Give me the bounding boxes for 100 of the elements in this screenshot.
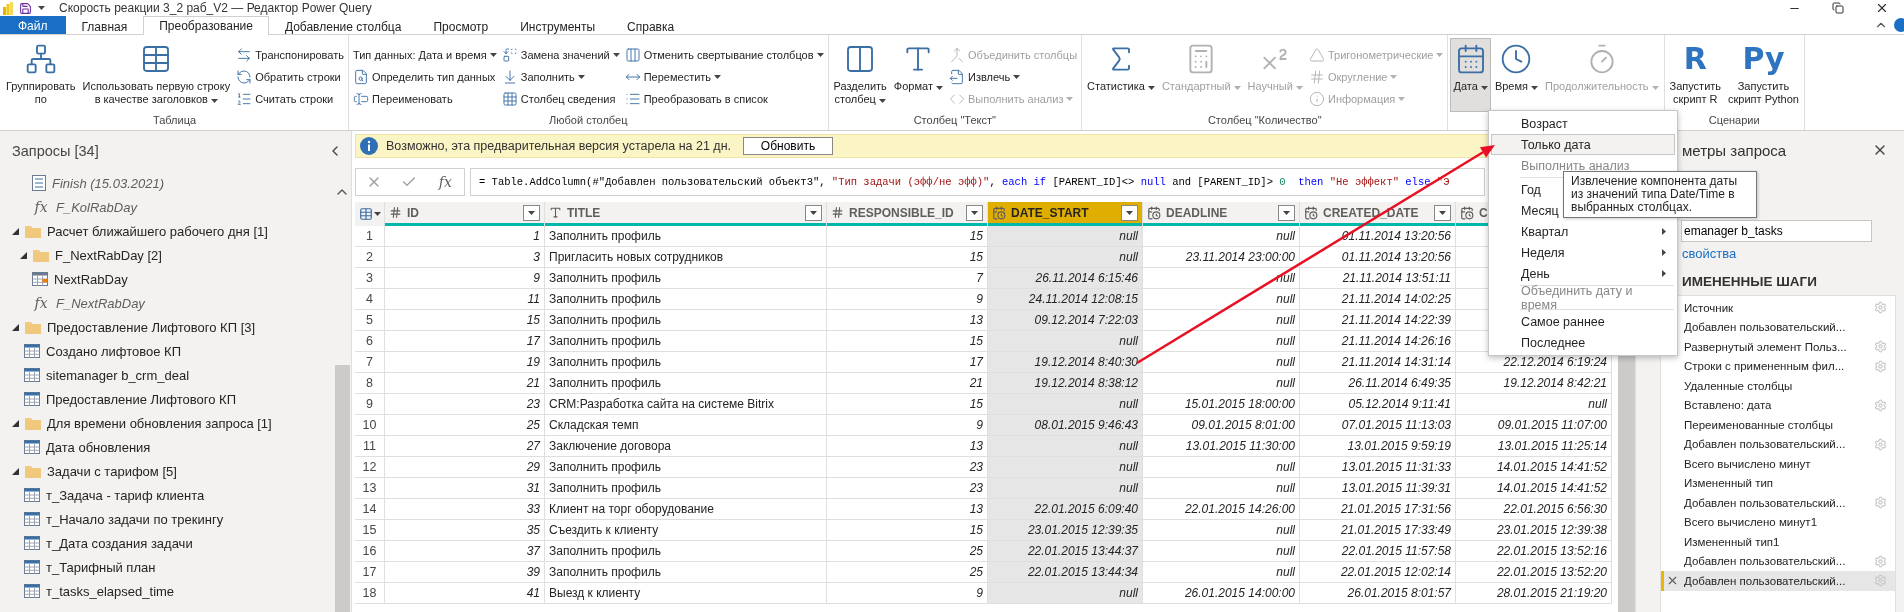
query-item[interactable]: Дата обновления	[0, 435, 333, 459]
refresh-button[interactable]: Обновить	[743, 137, 834, 155]
applied-step[interactable]: Переименованные столбцы	[1661, 415, 1895, 435]
query-folder[interactable]: Задачи с тарифом [5]	[0, 459, 333, 483]
filter-dropdown-button[interactable]	[523, 204, 540, 221]
menu-item[interactable]: Квартал	[1491, 221, 1675, 242]
applied-step[interactable]: Измененный тип1	[1661, 532, 1895, 552]
save-icon[interactable]	[19, 1, 32, 15]
query-item[interactable]: Создано лифтовое КП	[0, 339, 333, 363]
caret-icon	[1126, 210, 1133, 215]
filter-dropdown-button[interactable]	[966, 204, 983, 221]
applied-step[interactable]: Добавлен пользовательский...	[1661, 551, 1895, 571]
filter-dropdown-button[interactable]	[1121, 204, 1138, 221]
query-item[interactable]: sitemanager b_crm_deal	[0, 363, 333, 387]
expand-arrow-icon[interactable]	[12, 419, 19, 427]
ribbon-button[interactable]: Столбец сведения	[499, 88, 622, 110]
query-item[interactable]: Предоставление Лифтового КП	[0, 387, 333, 411]
applied-step[interactable]: Всего вычислено минут1	[1661, 512, 1895, 532]
table-cell: null	[988, 478, 1143, 498]
ribbon-button[interactable]: Определить тип данных	[351, 66, 499, 88]
ribbon-button[interactable]: Преобразовать в список	[622, 88, 826, 110]
applied-step[interactable]: Добавлен пользовательский...	[1661, 434, 1895, 454]
menu-item[interactable]: Неделя	[1491, 242, 1675, 263]
query-item[interactable]: fx F_NextRabDay	[0, 291, 333, 315]
caret-icon	[878, 99, 886, 103]
column-header[interactable]: RESPONSIBLE_ID	[827, 202, 988, 226]
query-folder[interactable]: Для времени обновления запроса [1]	[0, 411, 333, 435]
expand-arrow-icon[interactable]	[12, 323, 19, 331]
ribbon-button[interactable]: R Запустить скрипт R	[1666, 38, 1725, 112]
filter-dropdown-button[interactable]	[1278, 204, 1295, 221]
column-header[interactable]: DATE_START	[988, 202, 1143, 226]
query-item[interactable]: fx F_KolRabDay	[0, 195, 333, 219]
ribbon-button[interactable]: Переместить	[622, 66, 826, 88]
query-item[interactable]: т_Задача - тариф клиента	[0, 483, 333, 507]
menu-item[interactable]: Возраст	[1491, 113, 1675, 134]
script-logo-icon: Py	[1742, 43, 1785, 75]
query-item[interactable]: Finish (15.03.2021)	[0, 171, 333, 195]
ribbon-button[interactable]: Тип данных: Дата и время	[351, 44, 499, 66]
ribbon-tab[interactable]: Преобразование	[143, 16, 269, 35]
column-header[interactable]: ID	[385, 202, 545, 226]
ribbon-tab[interactable]: Добавление столбца	[268, 17, 418, 35]
help-icon[interactable]	[1894, 18, 1904, 32]
ribbon-tab[interactable]: Инструменты	[504, 17, 612, 35]
name-field[interactable]: emanager b_tasks	[1681, 220, 1872, 242]
applied-step[interactable]: Измененный тип	[1661, 473, 1895, 493]
datetime-type-icon	[992, 205, 1006, 220]
properties-link[interactable]: свойства	[1682, 246, 1904, 261]
expand-arrow-icon[interactable]	[12, 467, 19, 475]
applied-step[interactable]: Строки с примененным фил...	[1661, 356, 1895, 376]
filter-dropdown-button[interactable]	[805, 204, 822, 221]
table-icon[interactable]	[358, 207, 373, 221]
menu-item[interactable]: Только дата	[1491, 134, 1675, 155]
ribbon-button[interactable]: Считать строки	[234, 88, 346, 110]
ribbon-tab[interactable]: Справка	[611, 17, 691, 35]
scrollbar-thumb[interactable]	[334, 365, 350, 612]
ribbon-button[interactable]: Формат	[890, 38, 946, 112]
network-icon	[24, 43, 57, 75]
ribbon-button[interactable]: Разделить столбец	[830, 38, 890, 112]
ribbon-button[interactable]: Замена значений	[499, 44, 622, 66]
delete-icon[interactable]	[1666, 574, 1679, 587]
menu-item[interactable]: День	[1491, 263, 1675, 284]
ribbon-button[interactable]: Заполнить	[499, 66, 622, 88]
ribbon-button[interactable]: Переименовать	[351, 88, 499, 110]
applied-step[interactable]: Добавлен пользовательский...	[1661, 571, 1895, 591]
query-item[interactable]: т_tasks_elapsed_time	[0, 579, 333, 603]
expand-arrow-icon[interactable]	[20, 251, 27, 259]
applied-step[interactable]: Добавлен пользовательский...	[1661, 493, 1895, 513]
column-header[interactable]: TITLE	[545, 202, 827, 226]
ribbon-button[interactable]: Статистика	[1084, 38, 1158, 112]
ribbon-button[interactable]: Группировать по	[3, 38, 79, 112]
ribbon-button[interactable]: Обратить строки	[234, 66, 346, 88]
query-item[interactable]: т_Дата создания задачи	[0, 531, 333, 555]
query-item[interactable]: NextRabDay	[0, 267, 333, 291]
ribbon-button[interactable]: Py Запустить скрипт Python	[1725, 38, 1802, 112]
query-item[interactable]: т_Начало задачи по трекингу	[0, 507, 333, 531]
column-header[interactable]: DEADLINE	[1143, 202, 1300, 226]
ribbon-tab[interactable]: Главная	[65, 17, 144, 35]
filter-dropdown-button[interactable]	[1434, 204, 1451, 221]
applied-step[interactable]: Всего вычислено минут	[1661, 454, 1895, 474]
query-folder[interactable]: Предоставление Лифтового КП [3]	[0, 315, 333, 339]
ribbon-button[interactable]: Извлечь	[947, 66, 1080, 88]
table-icon	[24, 560, 40, 574]
applied-step[interactable]: Удаленные столбцы	[1661, 376, 1895, 396]
ribbon-button[interactable]: Транспонировать	[234, 44, 346, 66]
ribbon-tab[interactable]: Просмотр	[417, 17, 505, 35]
applied-step[interactable]: Вставлено: дата	[1661, 395, 1895, 415]
function-icon[interactable]: fx	[436, 174, 455, 190]
expand-arrow-icon[interactable]	[12, 227, 19, 235]
close-icon[interactable]	[1875, 1, 1889, 15]
restore-icon[interactable]	[1832, 2, 1844, 14]
ribbon-button[interactable]: Дата	[1450, 38, 1491, 112]
ribbon-tab[interactable]: Файл	[0, 16, 66, 34]
query-folder[interactable]: Расчет ближайшего рабочего дня [1]	[0, 219, 333, 243]
table-menu-button[interactable]	[355, 202, 385, 226]
query-item[interactable]: т_Тарифный план	[0, 555, 333, 579]
ribbon-button[interactable]: Время	[1491, 38, 1542, 112]
ribbon-button[interactable]: Отменить свертывание столбцов	[622, 44, 826, 66]
ribbon-button[interactable]: Использовать первую строку в качестве заголовков	[79, 38, 234, 112]
query-folder[interactable]: F_NextRabDay [2]	[0, 243, 333, 267]
columns-icon	[624, 47, 641, 63]
